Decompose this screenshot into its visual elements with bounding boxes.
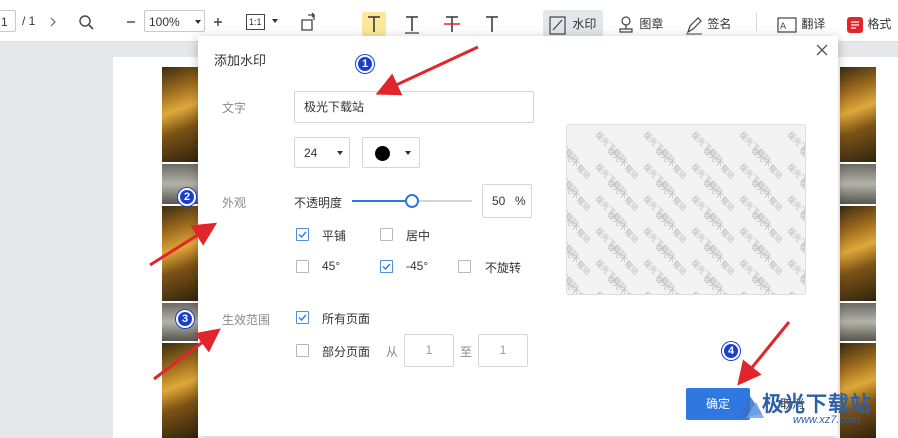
arrow-2 xyxy=(149,222,218,267)
step-badge-1: 1 xyxy=(356,55,374,73)
step-badge-2: 2 xyxy=(178,188,196,206)
step-badge-4: 4 xyxy=(722,342,740,360)
annotation-arrows xyxy=(149,45,791,386)
arrow-4 xyxy=(737,321,791,386)
arrow-3 xyxy=(153,328,221,381)
site-logo-url: www.xz7.com xyxy=(793,414,861,426)
arrow-1 xyxy=(375,45,479,96)
step-badge-3: 3 xyxy=(176,310,194,328)
